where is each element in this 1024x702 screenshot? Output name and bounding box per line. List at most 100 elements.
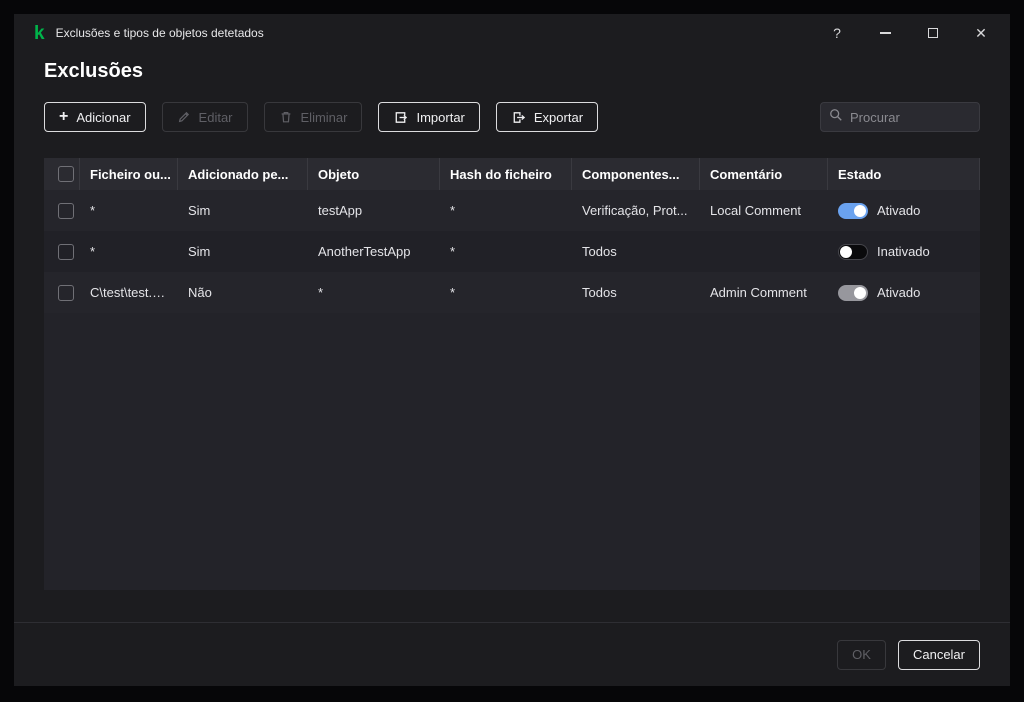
row-checkbox-cell — [44, 231, 80, 272]
row-checkbox[interactable] — [58, 243, 74, 260]
row-checkbox-cell — [44, 272, 80, 313]
state-toggle[interactable] — [838, 202, 868, 219]
cell-file: C\test\test.e... — [80, 272, 178, 313]
maximize-button[interactable] — [920, 20, 946, 46]
footer: OK Cancelar — [14, 622, 1010, 686]
cell-object: testApp — [308, 190, 440, 231]
cell-text: Sim — [188, 244, 211, 259]
kaspersky-logo-icon: k — [34, 22, 45, 44]
cell-text: * — [90, 203, 96, 218]
cell-object: * — [308, 272, 440, 313]
delete-button[interactable]: Eliminar — [263, 102, 363, 132]
plus-icon: + — [59, 107, 69, 125]
minimize-button[interactable] — [872, 20, 898, 46]
table-row[interactable]: * Sim testApp * Verificação, Prot... Local Co… — [44, 190, 980, 231]
export-button-label: Exportar — [533, 109, 584, 125]
cell-text: * — [450, 203, 456, 218]
row-checkbox[interactable] — [58, 202, 74, 219]
cell-text: Verificação, Prot... — [582, 203, 688, 218]
help-button[interactable]: ? — [824, 20, 850, 46]
cell-components: Todos — [572, 272, 700, 313]
row-checkbox-cell — [44, 190, 80, 231]
table-row[interactable]: * Sim AnotherTestApp * Todos Inativado — [44, 231, 980, 272]
cell-text: Sim — [188, 203, 211, 218]
cell-text: C\test\test.e... — [90, 285, 168, 300]
column-header: Objeto — [308, 158, 440, 190]
column-header: Comentário — [700, 158, 828, 190]
state-toggle[interactable] — [838, 243, 868, 260]
state-label: Ativado — [877, 203, 921, 218]
column-header: Hash do ficheiro — [440, 158, 572, 190]
cell-state: Inativado — [828, 231, 980, 272]
cell-text: AnotherTestApp — [318, 244, 411, 259]
state-toggle[interactable] — [838, 284, 868, 301]
cell-comment: Local Comment — [700, 190, 828, 231]
add-button-label: Adicionar — [76, 109, 131, 125]
cell-added: Sim — [178, 190, 308, 231]
pencil-icon — [177, 110, 191, 124]
cell-text: testApp — [318, 203, 363, 218]
cell-hash: * — [440, 272, 572, 313]
cell-hash: * — [440, 231, 572, 272]
window-controls: ? ✕ — [824, 20, 994, 46]
minimize-icon — [879, 32, 891, 34]
toggle-knob — [854, 286, 866, 299]
cell-state: Ativado — [828, 272, 980, 313]
edit-button[interactable]: Editar — [161, 102, 248, 132]
cell-text: Não — [188, 285, 212, 300]
cell-text: * — [450, 244, 456, 259]
cell-added: Sim — [178, 231, 308, 272]
import-button-label: Importar — [416, 109, 465, 125]
export-icon — [511, 110, 526, 125]
cell-text: Todos — [582, 244, 617, 259]
column-header: Componentes... — [572, 158, 700, 190]
state-label: Ativado — [877, 285, 921, 300]
cell-added: Não — [178, 272, 308, 313]
search-icon — [829, 108, 843, 127]
cell-components: Todos — [572, 231, 700, 272]
row-checkbox[interactable] — [58, 284, 74, 301]
table-body: * Sim testApp * Verificação, Prot... Local Co… — [44, 190, 980, 313]
header-checkbox-cell — [44, 158, 80, 190]
cell-comment — [700, 231, 828, 272]
column-header: Adicionado pe... — [178, 158, 308, 190]
cell-file: * — [80, 231, 178, 272]
delete-button-label: Eliminar — [300, 109, 348, 125]
cell-text: Local Comment — [710, 203, 802, 218]
add-button[interactable]: + Adicionar — [44, 102, 146, 132]
toolbar: + Adicionar Editar Eliminar Importar Exp… — [44, 102, 980, 132]
cell-text: * — [450, 285, 456, 300]
close-button[interactable]: ✕ — [968, 20, 994, 46]
table-header: Ficheiro ou... Adicionado pe... Objeto Hash… — [44, 158, 980, 190]
search-input[interactable] — [850, 109, 971, 125]
cell-object: AnotherTestApp — [308, 231, 440, 272]
column-header: Ficheiro ou... — [80, 158, 178, 190]
app-window: k Exclusões e tipos de objetos detetados… — [14, 14, 1010, 686]
cell-comment: Admin Comment — [700, 272, 828, 313]
maximize-icon — [928, 28, 938, 38]
export-button[interactable]: Exportar — [495, 102, 599, 132]
cell-text: Todos — [582, 285, 617, 300]
ok-button[interactable]: OK — [837, 639, 886, 670]
cell-text: * — [90, 244, 96, 259]
column-header: Estado — [828, 158, 980, 190]
state-label: Inativado — [877, 244, 930, 259]
cell-state: Ativado — [828, 190, 980, 231]
cancel-button[interactable]: Cancelar — [897, 639, 980, 670]
exclusions-table: Ficheiro ou... Adicionado pe... Objeto Hash… — [44, 158, 980, 590]
cell-hash: * — [440, 190, 572, 231]
window-title: Exclusões e tipos de objetos detetados — [55, 26, 264, 40]
edit-button-label: Editar — [198, 109, 233, 125]
titlebar: k Exclusões e tipos de objetos detetados… — [14, 14, 1010, 52]
page-title: Exclusões — [44, 60, 143, 82]
toggle-knob — [854, 204, 866, 217]
table-row[interactable]: C\test\test.e... Não * * Todos Admin Comment A… — [44, 272, 980, 313]
import-icon — [393, 110, 408, 125]
cell-components: Verificação, Prot... — [572, 190, 700, 231]
cell-text: * — [318, 285, 324, 300]
select-all-checkbox[interactable] — [58, 166, 74, 182]
cell-text: Admin Comment — [710, 285, 807, 300]
import-button[interactable]: Importar — [378, 102, 480, 132]
cell-file: * — [80, 190, 178, 231]
search-box — [820, 102, 980, 132]
